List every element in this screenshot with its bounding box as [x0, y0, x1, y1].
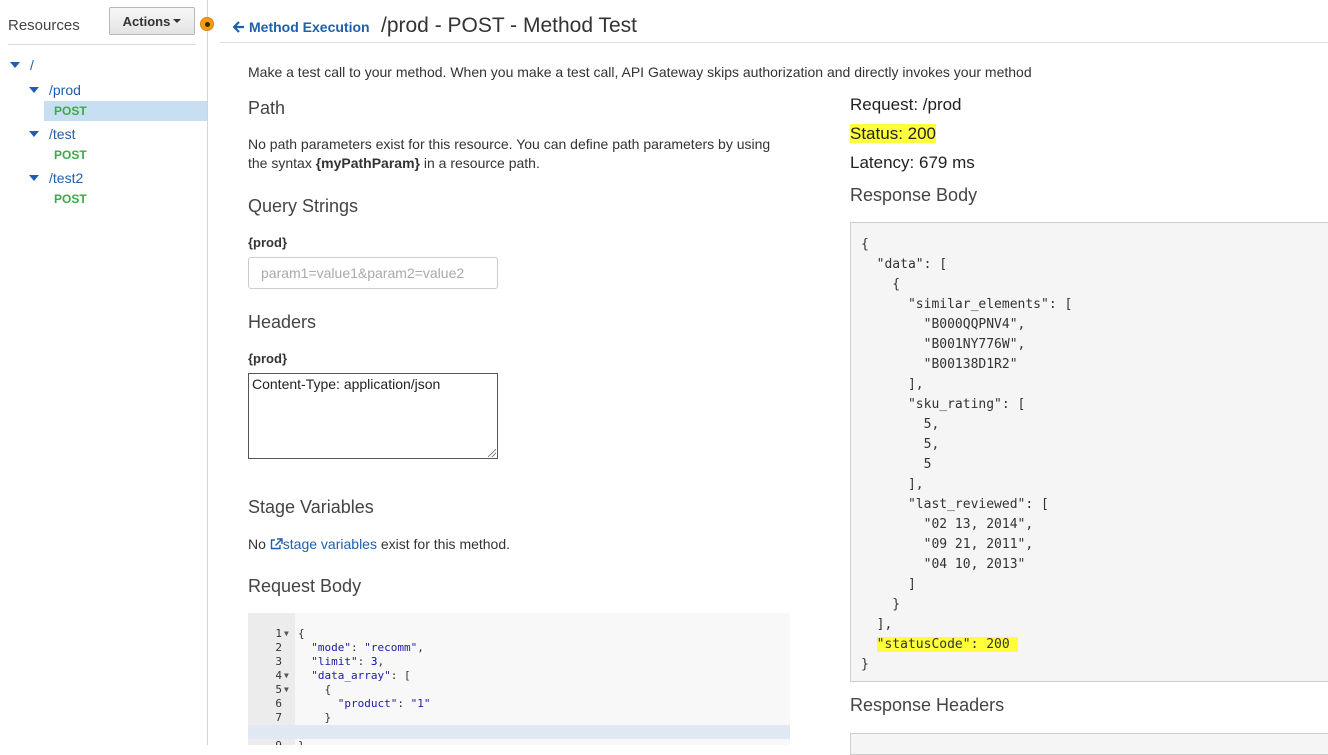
status-line: Status: 200: [850, 124, 941, 144]
path-param-syntax: {myPathParam}: [315, 155, 420, 171]
path-text-prefix: the syntax: [248, 155, 316, 171]
expand-caret-icon[interactable]: [10, 62, 20, 68]
headers-resource-label: {prod}: [248, 351, 287, 366]
editor-line[interactable]: 5 ▼ {: [248, 669, 790, 696]
actions-button-label: Actions: [122, 13, 171, 29]
response-body-heading: Response Body: [850, 185, 978, 205]
resource-path: /test: [49, 126, 76, 142]
editor-line[interactable]: 4 ▼ "data_array": [: [248, 655, 790, 682]
resource-path: /test2: [49, 170, 84, 186]
path-text-line-1: No path parameters exist for this resour…: [248, 136, 771, 152]
expand-caret-icon[interactable]: [29, 87, 39, 93]
stage-text-suffix: exist for this method.: [376, 536, 511, 552]
resources-sidebar: Resources Actions / /prod POST /test POS…: [0, 0, 208, 745]
response-body: { "data": [ { "similar_elements": [ "B00…: [850, 222, 1328, 682]
header-divider: [220, 42, 1328, 43]
intro-text: Make a test call to your method. When yo…: [248, 64, 1032, 80]
tree-item-prod[interactable]: /prod: [29, 82, 81, 98]
query-strings-heading: Query Strings: [248, 196, 359, 216]
path-text-suffix: in a resource path.: [419, 155, 540, 171]
method-label: POST: [54, 192, 87, 206]
line-number: 9: [248, 739, 282, 745]
expand-caret-icon[interactable]: [29, 131, 39, 137]
latency-line: Latency: 679 ms: [850, 153, 975, 172]
editor-line[interactable]: 6 "product": "1": [248, 683, 790, 710]
method-item-test-post[interactable]: POST: [44, 145, 207, 165]
arrow-left-icon: [233, 21, 244, 33]
editor-line[interactable]: 3 "limit": 3,: [248, 641, 790, 668]
stage-variables-text: No stage variables exist for this method…: [248, 535, 510, 554]
query-strings-resource-label: {prod}: [248, 235, 287, 250]
tree-item-root[interactable]: /: [10, 57, 34, 73]
resources-title: Resources: [8, 17, 80, 34]
stage-variables-link[interactable]: stage variables: [270, 536, 377, 552]
headers-textarea[interactable]: Content-Type: application/json: [248, 373, 498, 459]
resource-path: /: [30, 57, 34, 73]
back-to-method-execution-link[interactable]: Method Execution: [233, 19, 370, 35]
tree-item-test[interactable]: /test: [29, 126, 75, 142]
path-description: No path parameters exist for this resour…: [248, 135, 808, 173]
method-item-test2-post[interactable]: POST: [44, 189, 207, 209]
editor-line[interactable]: 1 ▼{: [248, 613, 790, 640]
method-item-prod-post[interactable]: POST: [44, 101, 207, 121]
expand-caret-icon[interactable]: [29, 175, 39, 181]
method-label: POST: [54, 148, 87, 162]
stage-link-label: stage variables: [282, 536, 377, 552]
request-line: Request: /prod: [850, 95, 962, 114]
back-link-label: Method Execution: [249, 19, 370, 35]
sidebar-toggle-icon[interactable]: [200, 17, 214, 31]
editor-line[interactable]: 8 ]: [248, 711, 790, 738]
status-value: Status: 200: [850, 124, 937, 143]
resize-grip-icon[interactable]: [488, 449, 496, 457]
stage-text-prefix: No: [248, 536, 270, 552]
editor-line[interactable]: 7 }: [248, 697, 790, 724]
response-json: { "data": [ { "similar_elements": [ "B00…: [861, 237, 1073, 672]
editor-line[interactable]: 2 "mode": "recomm",: [248, 627, 790, 654]
query-strings-input[interactable]: [248, 257, 498, 289]
actions-button[interactable]: Actions: [109, 7, 195, 35]
path-heading: Path: [248, 98, 286, 118]
page-title: /prod - POST - Method Test: [381, 14, 637, 37]
response-headers-heading: Response Headers: [850, 695, 1005, 715]
method-label: POST: [54, 104, 87, 118]
request-body-editor[interactable]: 1 ▼{ 2 "mode": "recomm", 3 "limit": 3, 4 ▼…: [248, 613, 790, 745]
request-body-heading: Request Body: [248, 576, 362, 596]
tree-item-test2[interactable]: /test2: [29, 170, 83, 186]
external-link-icon: [270, 538, 283, 550]
headers-heading: Headers: [248, 312, 317, 332]
sidebar-divider: [8, 44, 196, 45]
path-text-line-2: the syntax {myPathParam} in a resource p…: [248, 154, 808, 173]
resource-path: /prod: [49, 82, 81, 98]
caret-down-icon: [173, 19, 182, 23]
stage-variables-heading: Stage Variables: [248, 497, 374, 517]
editor-line-active[interactable]: 9}: [248, 725, 790, 745]
response-headers-box: [850, 733, 1328, 755]
